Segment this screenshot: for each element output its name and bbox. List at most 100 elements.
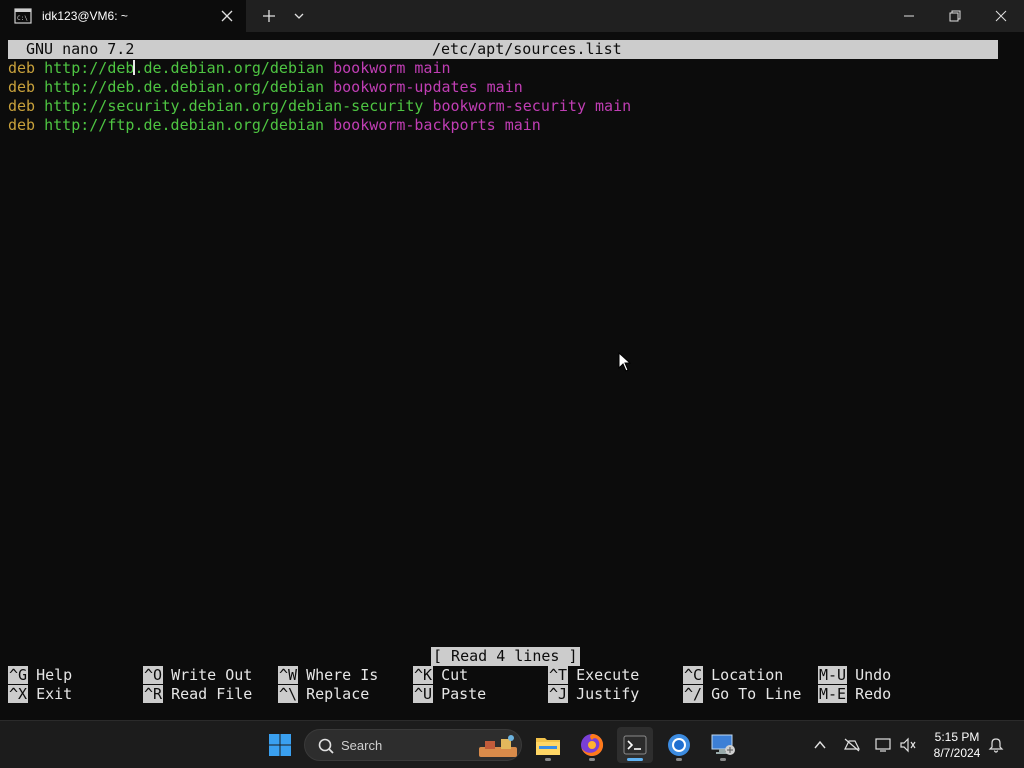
shortcut-location[interactable]: ^C Location (683, 666, 783, 685)
shortcut-paste[interactable]: ^U Paste (413, 685, 486, 704)
shortcut-execute[interactable]: ^T Execute (548, 666, 639, 685)
nano-title-bar: GNU nano 7.2 /etc/apt/sources.list (8, 40, 998, 59)
shortcut-key: ^U (413, 685, 434, 703)
line-url: http://deb.de.debian.org/debian (44, 78, 325, 96)
taskbar-search[interactable]: Search (304, 729, 522, 761)
line-component: main (504, 116, 541, 134)
line-suite: bookworm (333, 59, 406, 77)
network-disconnected-icon (844, 738, 860, 752)
folder-icon (536, 738, 560, 755)
taskbar-remote-desktop[interactable] (705, 727, 741, 763)
taskbar-file-explorer[interactable] (530, 727, 566, 763)
shortcut-key: ^O (143, 666, 164, 684)
shortcut-key: M-U (818, 666, 848, 684)
command-prompt-icon: C:\ (14, 8, 32, 24)
tray-display[interactable] (873, 735, 893, 755)
shortcut-justify[interactable]: ^J Justify (548, 685, 639, 704)
display-icon (875, 738, 891, 752)
line-suite: bookworm-backports (333, 116, 496, 134)
shortcut-undo[interactable]: M-U Undo (818, 666, 891, 685)
editor-area[interactable]: deb http://deb.de.debian.org/debian book… (8, 59, 998, 135)
restore-button[interactable] (932, 0, 978, 32)
taskbar: Search 5:15 PM 8/7/2024 (0, 720, 1024, 768)
shortcut-key: ^K (413, 666, 434, 684)
line-component: main (595, 97, 632, 115)
line-type: deb (8, 78, 36, 96)
editor-line[interactable]: deb http://security.debian.org/debian-se… (8, 97, 998, 116)
shortcut-key: ^W (278, 666, 299, 684)
show-hidden-icons[interactable] (810, 735, 830, 755)
shortcut-key: ^C (683, 666, 704, 684)
volume-muted-icon (900, 737, 916, 753)
shortcut-label: Location (711, 666, 784, 684)
remote-desktop-icon (711, 734, 735, 755)
search-icon (318, 738, 334, 754)
line-suite: bookworm-security (432, 97, 586, 115)
line-type: deb (8, 59, 36, 77)
line-url: http://deb (44, 59, 135, 77)
chevron-up-icon (814, 740, 826, 749)
shortcut-label: Paste (441, 685, 487, 703)
tray-network-off[interactable] (842, 735, 862, 755)
minimize-icon (904, 15, 914, 17)
taskbar-firefox[interactable] (574, 727, 610, 763)
tab-title: idk123@VM6: ~ (42, 9, 128, 23)
shortcut-exit[interactable]: ^X Exit (8, 685, 72, 704)
shortcut-redo[interactable]: M-E Redo (818, 685, 891, 704)
shortcut-help[interactable]: ^G Help (8, 666, 72, 685)
search-placeholder: Search (341, 738, 383, 753)
editor-line[interactable]: deb http://deb.de.debian.org/debian book… (8, 78, 998, 97)
close-tab-icon[interactable] (218, 7, 236, 25)
shortcut-key: ^T (548, 666, 569, 684)
new-tab-icon[interactable] (260, 7, 278, 25)
shortcut-label: Justify (576, 685, 640, 703)
line-type: deb (8, 116, 36, 134)
shortcut-key: ^/ (683, 685, 704, 703)
line-suite: bookworm-updates (333, 78, 478, 96)
editor-line[interactable]: deb http://ftp.de.debian.org/debian book… (8, 116, 998, 135)
close-window-button[interactable] (978, 0, 1024, 32)
terminal-icon (623, 735, 647, 755)
close-icon (995, 10, 1007, 22)
shortcut-label: Help (36, 666, 73, 684)
terminal-tab[interactable]: C:\ idk123@VM6: ~ (0, 0, 246, 32)
shortcut-label: Exit (36, 685, 73, 703)
notifications-button[interactable] (986, 735, 1006, 755)
shortcut-go-to-line[interactable]: ^/ Go To Line (683, 685, 801, 704)
shortcut-key: ^R (143, 685, 164, 703)
start-button[interactable] (262, 727, 298, 763)
shortcut-write-out[interactable]: ^O Write Out (143, 666, 252, 685)
terminal-viewport[interactable]: GNU nano 7.2 /etc/apt/sources.list deb h… (0, 32, 1024, 720)
taskbar-chrome[interactable] (661, 727, 697, 763)
shortcut-label: Redo (855, 685, 892, 703)
shortcut-where-is[interactable]: ^W Where Is (278, 666, 378, 685)
shortcut-label: Read File (171, 685, 253, 703)
mouse-pointer-icon (618, 352, 632, 372)
active-indicator (627, 758, 643, 761)
clock-time: 5:15 PM (934, 730, 980, 744)
line-url-rest: .de.debian.org/debian (134, 59, 325, 77)
windows-logo-icon (269, 734, 291, 756)
shortcut-key: M-E (818, 685, 848, 703)
shortcut-label: Go To Line (711, 685, 802, 703)
shortcut-read-file[interactable]: ^R Read File (143, 685, 252, 704)
minimize-button[interactable] (886, 0, 932, 32)
tray-volume[interactable] (898, 735, 918, 755)
shortcut-label: Replace (306, 685, 370, 703)
shortcut-label: Execute (576, 666, 640, 684)
shortcut-replace[interactable]: ^\ Replace (278, 685, 369, 704)
running-indicator (676, 758, 682, 761)
shortcut-cut[interactable]: ^K Cut (413, 666, 468, 685)
line-url: http://security.debian.org/debian-securi… (44, 97, 424, 115)
taskbar-clock[interactable]: 5:15 PM 8/7/2024 (926, 729, 988, 761)
clock-date: 8/7/2024 (933, 746, 981, 760)
line-component: main (486, 78, 523, 96)
running-indicator (720, 758, 726, 761)
shortcut-label: Cut (441, 666, 469, 684)
editor-line[interactable]: deb http://deb.de.debian.org/debian book… (8, 59, 998, 78)
chevron-down-icon[interactable] (290, 7, 308, 25)
chrome-icon (668, 734, 690, 756)
shortcut-label: Write Out (171, 666, 253, 684)
taskbar-terminal[interactable] (617, 727, 653, 763)
firefox-icon (581, 733, 604, 756)
